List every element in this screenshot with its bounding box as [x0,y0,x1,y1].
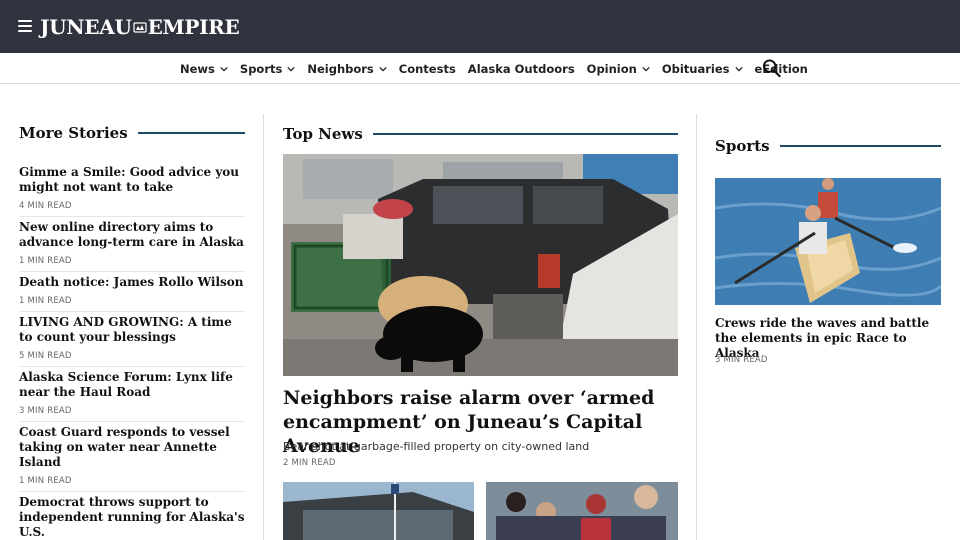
list-item: Alaska Science Forum: Lynx life near the… [19,367,245,422]
top-news-dek: Bear shot at garbage-filled property on … [283,440,590,453]
sports-photo[interactable] [715,178,941,305]
section-rule [137,132,245,134]
section-title: More Stories [19,124,128,142]
column-divider-left [263,114,264,540]
nav-items: News Sports Neighbors Contests Alaska Outdoo… [180,53,820,84]
story-headline[interactable]: Alaska Science Forum: Lynx life near the… [19,370,245,400]
more-stories-list: Gimme a Smile: Good advice you might not… [19,162,245,540]
story-headline[interactable]: Coast Guard responds to vessel taking on… [19,425,245,470]
story-headline[interactable]: New online directory aims to advance lon… [19,220,245,250]
nav-item-sports[interactable]: Sports [240,62,295,76]
search-icon[interactable] [762,58,781,78]
main-nav: News Sports Neighbors Contests Alaska Outdoo… [0,53,960,84]
chevron-down-icon [379,66,387,72]
nav-item-alaska-outdoors[interactable]: Alaska Outdoors [468,62,575,76]
section-title: Top News [283,125,363,143]
logo-text-right: EMPIRE [147,15,240,39]
more-stories-header: More Stories [19,124,245,142]
column-divider-right [696,114,697,540]
story-read-time: 3 MIN READ [19,406,72,416]
list-item: Coast Guard responds to vessel taking on… [19,422,245,492]
nav-item-label: Sports [239,61,283,76]
nav-item-label: Obituaries [661,61,730,76]
sports-header: Sports [715,137,941,155]
chevron-down-icon [734,66,743,72]
site-logo[interactable]: JUNEAU EMPIRE [40,13,240,41]
chevron-down-icon [220,66,228,72]
section-title: Sports [715,137,770,155]
top-news-header: Top News [283,125,678,143]
top-news-read-time: 2 MIN READ [283,458,336,468]
story-headline[interactable]: Gimme a Smile: Good advice you might not… [19,165,245,195]
list-item: Democrat throws support to independent r… [19,492,245,540]
list-item: Gimme a Smile: Good advice you might not… [19,162,245,217]
site-header: JUNEAU EMPIRE [0,0,960,53]
story-headline[interactable]: Death notice: James Rollo Wilson [19,275,245,290]
story-read-time: 1 MIN READ [19,256,72,266]
story-read-time: 4 MIN READ [19,201,72,211]
news-thumb-crowd[interactable] [486,482,678,540]
nav-item-label: Neighbors [307,61,374,76]
story-read-time: 1 MIN READ [19,476,72,486]
section-rule [372,133,678,135]
list-item: New online directory aims to advance lon… [19,217,245,272]
story-headline[interactable]: LIVING AND GROWING: A time to count your… [19,315,245,345]
nav-item-contests[interactable]: Contests [399,62,456,76]
story-read-time: 1 MIN READ [19,296,72,306]
story-read-time: 5 MIN READ [19,351,72,361]
menu-icon[interactable] [18,20,32,32]
nav-item-label: Opinion [586,61,637,76]
nav-item-label: Alaska Outdoors [467,61,575,76]
top-news-photo[interactable] [283,154,678,376]
seal-icon [132,22,147,33]
list-item: Death notice: James Rollo Wilson 1 MIN RE… [19,272,245,312]
chevron-down-icon [642,66,650,72]
list-item: LIVING AND GROWING: A time to count your… [19,312,245,367]
news-thumb-building[interactable] [283,482,474,540]
chevron-down-icon [287,66,295,72]
logo-text-left: JUNEAU [40,15,132,39]
nav-item-opinion[interactable]: Opinion [587,62,650,76]
nav-item-news[interactable]: News [180,62,228,76]
story-headline[interactable]: Democrat throws support to independent r… [19,495,245,540]
sports-read-time: 3 MIN READ [715,355,768,365]
nav-item-obituaries[interactable]: Obituaries [662,62,743,76]
section-rule [779,145,941,147]
nav-item-label: News [180,61,215,76]
nav-item-neighbors[interactable]: Neighbors [307,61,387,76]
nav-item-label: Contests [398,61,456,76]
